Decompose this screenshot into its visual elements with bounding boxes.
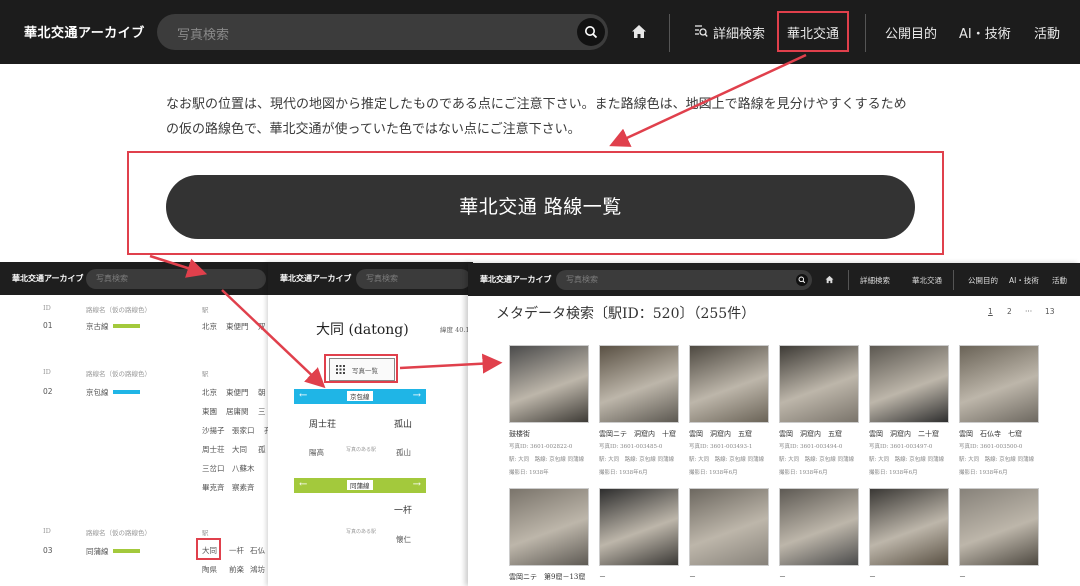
arrow-station-to-detail bbox=[221, 289, 326, 389]
arrow-button-to-station bbox=[149, 254, 208, 278]
arrow-nav-to-button bbox=[609, 53, 807, 147]
annotation-arrows bbox=[149, 53, 807, 389]
arrow-detail-to-results bbox=[399, 353, 503, 374]
